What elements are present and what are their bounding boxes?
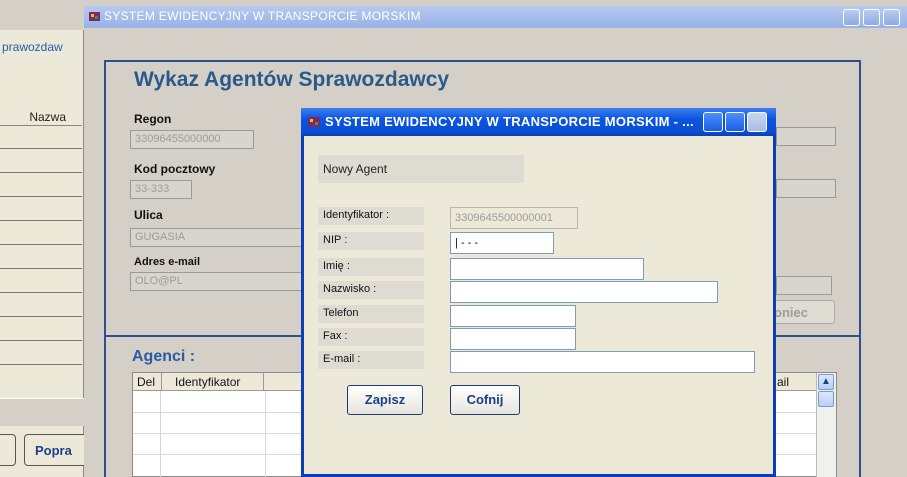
background-list-row — [0, 316, 82, 317]
right-field-2[interactable] — [776, 179, 836, 198]
column-header-del[interactable]: Del — [137, 375, 155, 389]
identifier-label: Identyfikator : — [318, 207, 424, 225]
column-header-email[interactable]: ail — [777, 375, 789, 389]
app-icon — [89, 12, 100, 21]
close-icon[interactable] — [747, 112, 767, 132]
background-window-titlebar — [0, 0, 84, 30]
minimize-icon[interactable] — [843, 9, 860, 26]
first-name-label: Imię : — [318, 258, 424, 276]
right-field-1[interactable] — [776, 127, 836, 146]
phone-label: Telefon — [318, 305, 424, 323]
background-button[interactable] — [0, 434, 16, 466]
dialog-titlebar[interactable]: SYSTEM EWIDENCYJNY W TRANSPORCIE MORSKIM… — [301, 108, 776, 136]
background-status-strip — [0, 398, 84, 426]
regon-field[interactable]: 33096455000000 — [130, 130, 254, 149]
main-window-titlebar[interactable]: SYSTEM EWIDENCYJNY W TRANSPORCIE MORSKIM — [84, 6, 907, 28]
nip-label: NIP : — [318, 232, 424, 250]
last-name-field[interactable] — [450, 281, 718, 303]
background-list-row — [0, 196, 82, 197]
last-name-label: Nazwisko : — [318, 281, 424, 299]
background-list-row — [0, 148, 82, 149]
new-agent-header: Nowy Agent — [318, 155, 524, 183]
agents-title: Agenci : — [132, 348, 196, 365]
column-header-identyfikator[interactable]: Identyfikator — [175, 375, 240, 389]
phone-field[interactable] — [450, 305, 576, 327]
panel-title: Wykaz Agentów Sprawozdawcy — [134, 68, 450, 91]
postal-code-label: Kod pocztowy — [134, 162, 216, 176]
postal-code-field[interactable]: 33-333 — [130, 180, 192, 199]
regon-label: Regon — [134, 112, 172, 126]
main-window-title: SYSTEM EWIDENCYJNY W TRANSPORCIE MORSKIM — [104, 9, 421, 23]
background-list-row — [0, 340, 82, 341]
scrollbar-thumb[interactable] — [818, 391, 834, 407]
background-list-row — [0, 172, 82, 173]
save-button[interactable]: Zapisz — [347, 385, 423, 415]
background-column-header[interactable]: Nazwa — [0, 108, 82, 126]
column-header-nazwa: Nazwa — [29, 110, 66, 124]
email-label: E-mail : — [318, 351, 424, 369]
dialog-title: SYSTEM EWIDENCYJNY W TRANSPORCIE MORSKIM… — [325, 114, 694, 129]
email-label: Adres e-mail — [134, 256, 201, 268]
background-list-row — [0, 292, 82, 293]
background-list-row — [0, 220, 82, 221]
background-list-row — [0, 268, 82, 269]
background-popraw-button[interactable]: Popra — [24, 434, 90, 466]
background-list-row — [0, 364, 82, 365]
maximize-icon[interactable] — [863, 9, 880, 26]
right-field-3[interactable] — [776, 276, 832, 295]
app-icon — [308, 117, 320, 127]
cancel-button[interactable]: Cofnij — [450, 385, 520, 415]
background-list-row — [0, 244, 82, 245]
minimize-icon[interactable] — [703, 112, 723, 132]
nip-field[interactable]: | - - - — [450, 232, 554, 254]
grid-column-divider — [160, 391, 161, 477]
email-field[interactable]: OLO@PL — [130, 272, 302, 291]
identifier-field[interactable]: 3309645500000001 — [450, 207, 578, 229]
close-icon[interactable] — [883, 9, 900, 26]
maximize-icon[interactable] — [725, 112, 745, 132]
first-name-field[interactable] — [450, 258, 644, 280]
fax-field[interactable] — [450, 328, 576, 350]
street-label: Ulica — [134, 208, 163, 222]
street-field[interactable]: GUGASIA — [130, 228, 302, 247]
background-report-label: prawozdaw — [2, 40, 63, 54]
scroll-up-icon[interactable]: ▲ — [818, 374, 834, 390]
grid-column-divider — [265, 391, 266, 477]
fax-label: Fax : — [318, 328, 424, 346]
email-input[interactable] — [450, 351, 755, 373]
